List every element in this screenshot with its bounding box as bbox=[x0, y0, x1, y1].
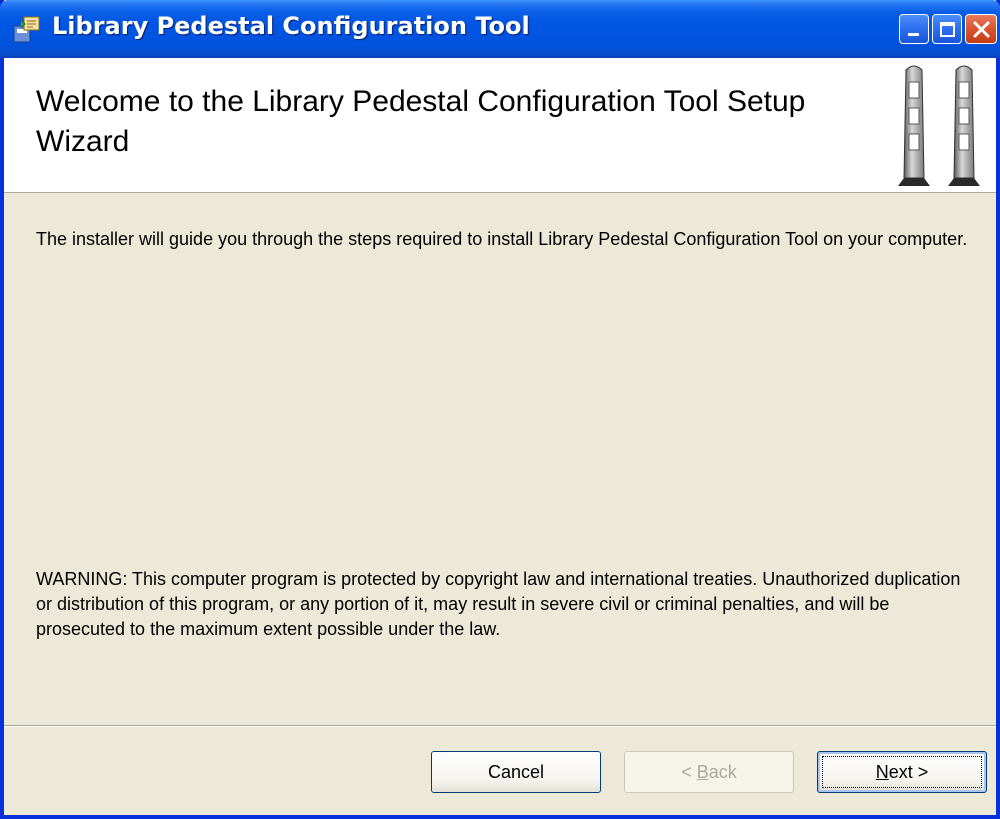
back-button-label: ack bbox=[708, 762, 737, 782]
button-separator bbox=[4, 725, 996, 727]
page-title: Welcome to the Library Pedestal Configur… bbox=[36, 85, 806, 158]
maximize-button[interactable] bbox=[932, 14, 962, 44]
pedestal-gates-icon bbox=[898, 65, 980, 186]
next-button[interactable]: Next > bbox=[817, 751, 987, 793]
window-title: Library Pedestal Configuration Tool bbox=[52, 12, 530, 40]
wizard-header: Welcome to the Library Pedestal Configur… bbox=[4, 58, 996, 193]
copyright-warning: WARNING: This computer program is protec… bbox=[36, 569, 961, 639]
minimize-icon bbox=[908, 33, 919, 36]
installer-window: Library Pedestal Configuration Tool Welc… bbox=[0, 0, 1000, 819]
back-button[interactable]: < Back bbox=[624, 751, 794, 793]
title-bar[interactable]: Library Pedestal Configuration Tool bbox=[0, 0, 1000, 58]
cancel-button[interactable]: Cancel bbox=[431, 751, 601, 793]
maximize-icon bbox=[940, 22, 955, 37]
back-button-prefix: < bbox=[681, 762, 697, 782]
intro-text: The installer will guide you through the… bbox=[36, 229, 968, 249]
minimize-button[interactable] bbox=[899, 14, 929, 44]
close-icon bbox=[973, 21, 990, 38]
close-button[interactable] bbox=[965, 14, 997, 44]
back-button-access-key: B bbox=[696, 762, 709, 782]
focus-rectangle bbox=[822, 756, 982, 788]
installer-icon bbox=[13, 16, 40, 43]
